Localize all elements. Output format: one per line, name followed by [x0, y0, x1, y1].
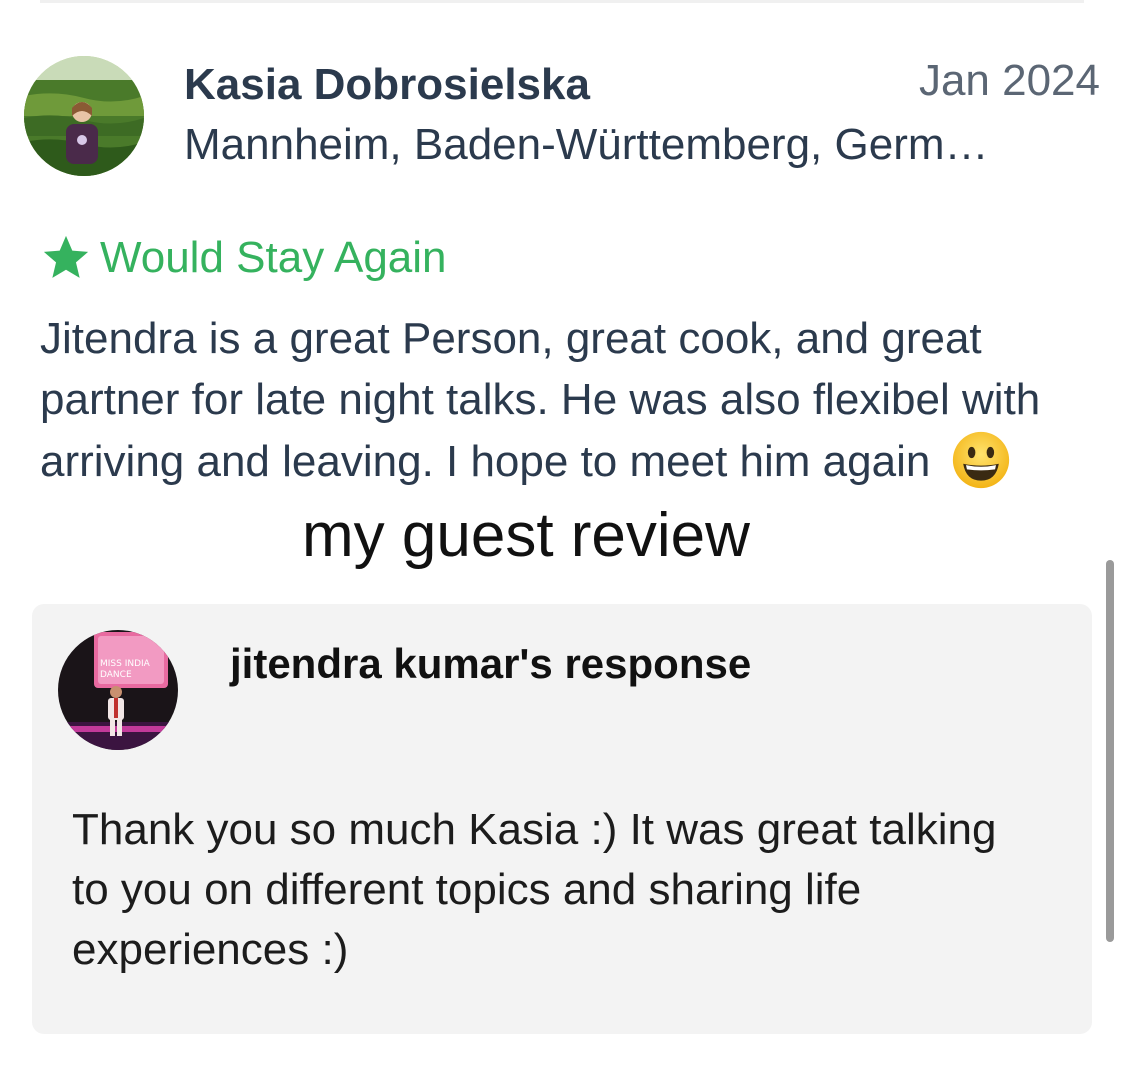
host-avatar-sign-line-1: MISS INDIA — [100, 659, 151, 669]
host-response-title: jitendra kumar's response — [230, 640, 752, 687]
scrollbar[interactable] — [1106, 560, 1114, 942]
host-avatar[interactable]: MISS INDIA DANCE — [58, 630, 178, 750]
top-divider — [40, 0, 1084, 3]
host-response-text: Thank you so much Kasia :) It was great … — [72, 805, 997, 974]
review-body: Jitendra is a great Person, great cook, … — [40, 314, 1041, 486]
star-icon — [43, 235, 89, 278]
would-stay-again-label: Would Stay Again — [100, 233, 447, 282]
grinning-face-icon — [952, 431, 1009, 489]
reviewer-name[interactable]: Kasia Dobrosielska — [184, 60, 590, 110]
host-avatar-sign-line-2: DANCE — [100, 670, 132, 680]
reviewer-avatar[interactable] — [24, 56, 144, 176]
would-stay-again-badge: Would Stay Again — [40, 232, 447, 284]
reviewer-location: Mannheim, Baden-Württemberg, Germ… — [184, 120, 989, 169]
review-date: Jan 2024 — [918, 56, 1100, 105]
overlay-caption: my guest review — [302, 501, 750, 570]
review-text: Jitendra is a great Person, great cook, … — [40, 308, 1100, 492]
